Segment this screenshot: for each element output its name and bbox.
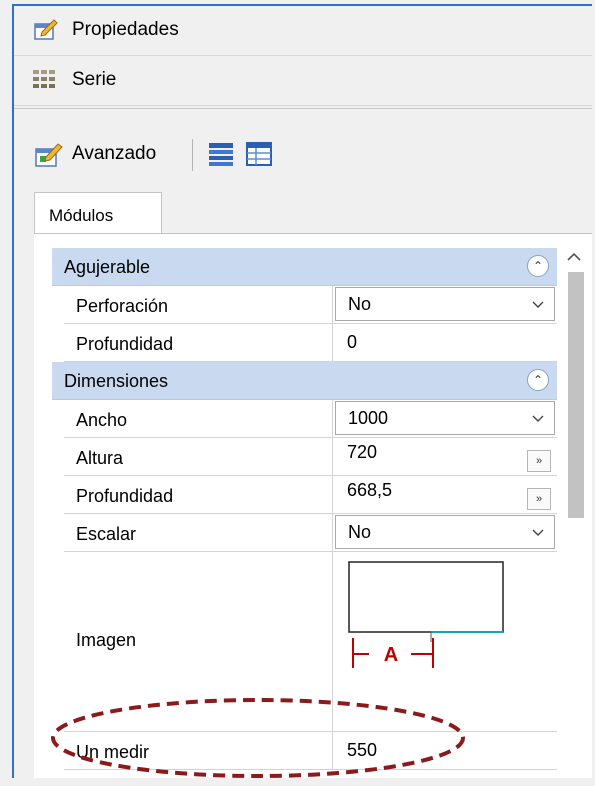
grid-icon (33, 70, 55, 88)
collapse-agujerable-icon[interactable]: ⌃ (527, 255, 549, 277)
select-box[interactable]: No (335, 515, 555, 549)
property-row-profundidad-dimensiones: Profundidad 668,5 » (64, 476, 557, 514)
collapse-dimensiones-icon[interactable]: ⌃ (527, 369, 549, 391)
property-name: Ancho (76, 410, 128, 430)
un-medir-value: 550 (347, 740, 378, 760)
category-dimensiones-title: Dimensiones (64, 371, 169, 391)
profundidad-dimensiones-value: 668,5 (347, 480, 393, 500)
property-name: Altura (76, 448, 124, 468)
property-name: Imagen (76, 630, 137, 650)
propiedades-label: Propiedades (72, 19, 179, 40)
profundidad-more-button[interactable]: » (527, 488, 551, 510)
dimension-diagram: A (348, 561, 504, 668)
tab-modulos-label: Módulos (49, 206, 114, 225)
altura-value: 720 (347, 442, 378, 462)
property-name: Profundidad (76, 334, 174, 354)
toolbar: Avanzado (14, 108, 592, 184)
ancho-select[interactable]: 1000 (332, 400, 557, 437)
chevron-down-icon[interactable] (532, 412, 544, 424)
chevron-down-icon[interactable] (532, 298, 544, 310)
property-row-un-medir: Un medir 550 (64, 732, 557, 770)
category-dimensiones[interactable]: Dimensiones ⌃ (52, 362, 557, 400)
profundidad-agujerable-value: 0 (347, 332, 358, 352)
property-row-escalar: Escalar No (64, 514, 557, 552)
profundidad-agujerable-field[interactable]: 0 (332, 324, 557, 361)
ancho-value: 1000 (348, 408, 389, 428)
property-name: Perforación (76, 296, 169, 316)
property-name: Profundidad (76, 486, 174, 506)
toolbar-separator (192, 139, 193, 171)
property-name: Un medir (76, 742, 150, 762)
category-agujerable-title: Agujerable (64, 257, 151, 277)
escalar-select[interactable]: No (332, 514, 557, 551)
property-row-ancho: Ancho 1000 (64, 400, 557, 438)
table-view-icon[interactable] (246, 141, 272, 167)
property-grid-area: Agujerable ⌃ Perforación No Profundidad … (34, 233, 592, 778)
property-row-perforacion: Perforación No (64, 286, 557, 324)
scroll-thumb[interactable] (568, 272, 584, 518)
vertical-scrollbar[interactable] (562, 248, 586, 778)
avanzado-label[interactable]: Avanzado (72, 143, 156, 165)
perforacion-select[interactable]: No (332, 286, 557, 323)
categorized-view-icon[interactable] (208, 141, 234, 167)
tab-modulos[interactable]: Módulos (34, 192, 162, 234)
serie-row[interactable]: Serie (14, 56, 592, 106)
profundidad-dimensiones-field[interactable]: 668,5 » (332, 476, 557, 513)
propiedades-row[interactable]: Propiedades (14, 6, 592, 56)
property-row-imagen: Imagen A (64, 552, 557, 732)
scroll-up-icon[interactable] (566, 250, 582, 264)
un-medir-field[interactable]: 550 (332, 732, 557, 769)
property-grid: Agujerable ⌃ Perforación No Profundidad … (52, 248, 557, 770)
properties-panel: Propiedades Serie Avanzado Módulos Aguje… (12, 4, 592, 778)
property-row-profundidad-agujerable: Profundidad 0 (64, 324, 557, 362)
diagram-label: A (384, 644, 398, 666)
imagen-field[interactable]: A (332, 552, 557, 731)
select-box[interactable]: 1000 (335, 401, 555, 435)
altura-more-button[interactable]: » (527, 450, 551, 472)
property-row-altura: Altura 720 » (64, 438, 557, 476)
perforacion-value: No (348, 294, 372, 314)
chevron-down-icon[interactable] (532, 526, 544, 538)
category-agujerable[interactable]: Agujerable ⌃ (52, 248, 557, 286)
select-box[interactable]: No (335, 287, 555, 321)
altura-field[interactable]: 720 » (332, 438, 557, 475)
property-name: Escalar (76, 524, 137, 544)
advanced-properties-icon[interactable] (34, 141, 64, 169)
serie-label: Serie (72, 69, 117, 90)
properties-icon (34, 19, 58, 40)
escalar-value: No (348, 522, 372, 542)
